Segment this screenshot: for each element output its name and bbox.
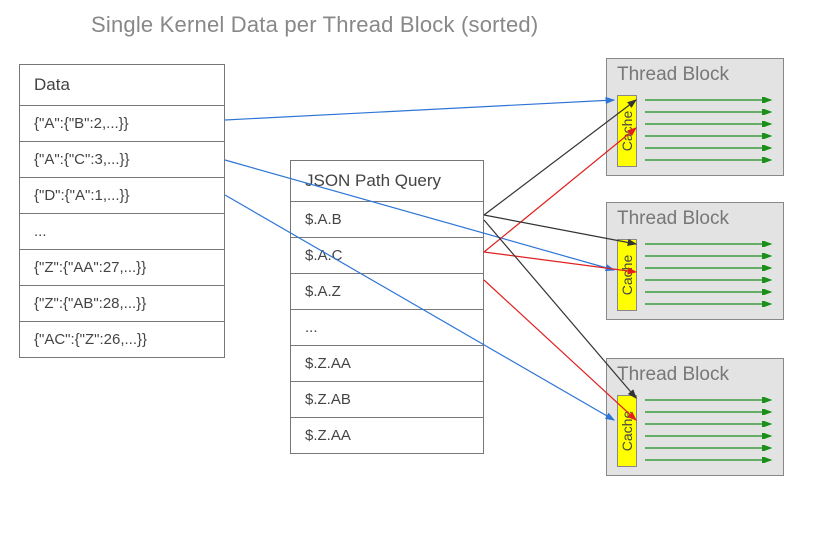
thread-arrow	[645, 109, 777, 111]
thread-arrow	[645, 445, 777, 447]
query-table: JSON Path Query $.A.B $.A.C $.A.Z ... $.…	[290, 160, 484, 454]
thread-arrow	[645, 157, 777, 159]
table-row: {"A":{"B":2,...}}	[20, 106, 224, 142]
table-row: {"Z":{"AA":27,...}}	[20, 250, 224, 286]
data-table-header: Data	[20, 65, 224, 106]
thread-arrow	[645, 277, 777, 279]
thread-arrow	[645, 301, 777, 303]
thread-arrow	[645, 457, 777, 459]
diagram-title: Single Kernel Data per Thread Block (sor…	[91, 12, 538, 38]
thread-lines	[645, 397, 777, 469]
thread-arrow	[645, 421, 777, 423]
thread-arrow	[645, 133, 777, 135]
thread-arrow	[645, 253, 777, 255]
thread-block-label: Thread Block	[617, 364, 729, 386]
thread-block: Thread Block Cache	[606, 358, 784, 476]
table-row: ...	[20, 214, 224, 250]
table-row: $.A.C	[291, 238, 483, 274]
thread-arrow	[645, 433, 777, 435]
table-row: $.A.B	[291, 202, 483, 238]
cache-box: Cache	[617, 239, 637, 311]
cache-label: Cache	[619, 255, 635, 295]
thread-block-label: Thread Block	[617, 208, 729, 230]
connector-data-to-tb0	[225, 100, 614, 120]
thread-arrow	[645, 409, 777, 411]
table-row: {"D":{"A":1,...}}	[20, 178, 224, 214]
thread-block-label: Thread Block	[617, 64, 729, 86]
table-row: $.Z.AB	[291, 382, 483, 418]
thread-arrow	[645, 397, 777, 399]
query-table-header: JSON Path Query	[291, 161, 483, 202]
table-row: $.Z.AA	[291, 418, 483, 453]
thread-arrow	[645, 265, 777, 267]
thread-block: Thread Block Cache	[606, 58, 784, 176]
data-table: Data {"A":{"B":2,...}} {"A":{"C":3,...}}…	[19, 64, 225, 358]
table-row: {"Z":{"AB":28,...}}	[20, 286, 224, 322]
table-row: {"A":{"C":3,...}}	[20, 142, 224, 178]
table-row: $.A.Z	[291, 274, 483, 310]
cache-box: Cache	[617, 95, 637, 167]
table-row: {"AC":{"Z":26,...}}	[20, 322, 224, 357]
thread-arrow	[645, 145, 777, 147]
table-row: ...	[291, 310, 483, 346]
thread-lines	[645, 241, 777, 313]
table-row: $.Z.AA	[291, 346, 483, 382]
thread-block: Thread Block Cache	[606, 202, 784, 320]
thread-arrow	[645, 241, 777, 243]
cache-label: Cache	[619, 411, 635, 451]
cache-box: Cache	[617, 395, 637, 467]
thread-arrow	[645, 121, 777, 123]
thread-lines	[645, 97, 777, 169]
cache-label: Cache	[619, 111, 635, 151]
thread-arrow	[645, 97, 777, 99]
thread-arrow	[645, 289, 777, 291]
